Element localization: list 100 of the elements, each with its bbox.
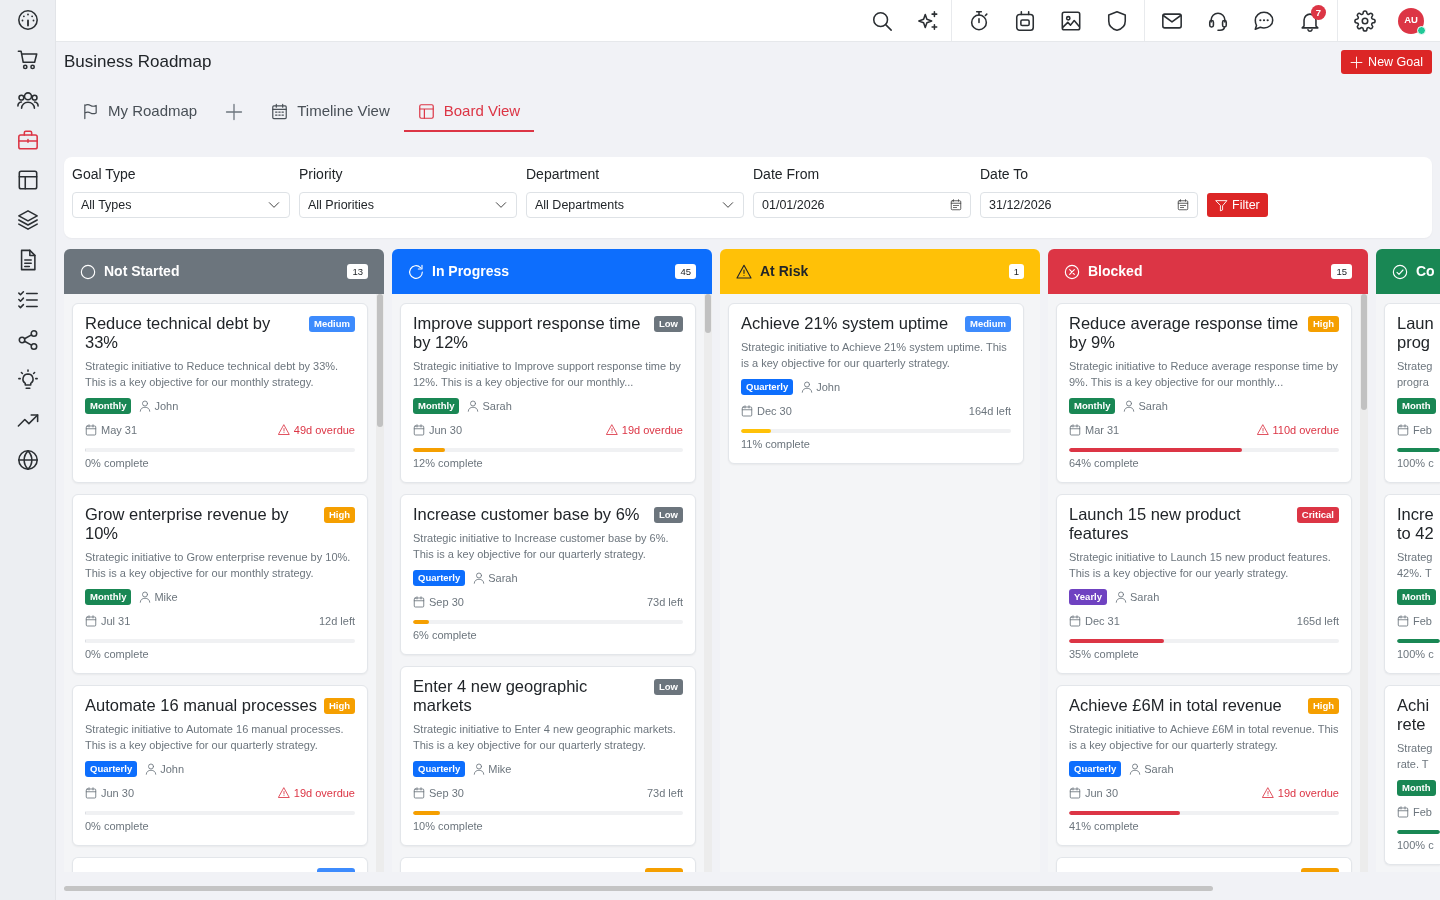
scrollbar-thumb[interactable] xyxy=(377,294,383,428)
count-badge: 13 xyxy=(347,264,368,279)
goal-card[interactable]: Reduce technical debt by 33% Medium Strategic initiative to Reduce technical debt by 33%. This is a key objective for our monthly strategy. Monthly John May 31 49d overdue 0% complete xyxy=(72,303,368,483)
tab[interactable]: My Roadmap xyxy=(68,92,212,132)
due-date: May 31 xyxy=(101,422,138,438)
image-icon[interactable] xyxy=(1060,9,1082,32)
goal-card[interactable]: Improve support response time by 12% Low Strategic initiative to Improve support response time by 12%. This is a key objective for our monthly... Monthly Sarah Jun 30 19d overdue 12% complete xyxy=(400,303,696,483)
scrollbar-thumb[interactable] xyxy=(705,294,711,333)
goal-title: Increase customer base by 6% xyxy=(413,505,641,524)
date-field[interactable]: 31/12/2026 xyxy=(980,192,1198,218)
period-badge: Quarterly xyxy=(413,570,466,586)
checklist-icon[interactable] xyxy=(16,289,39,311)
goal-card[interactable]: Achieve 21% system uptime Medium Strategic initiative to Achieve 21% system uptime. This is a key objective for our quarterly strategy. Quarterly John Dec 30 164d left 11% complete xyxy=(728,303,1024,464)
globe-icon[interactable] xyxy=(16,449,39,471)
calendar-icon xyxy=(1069,424,1081,436)
priority-badge: High xyxy=(323,698,355,714)
owner-name: Mike xyxy=(154,589,178,605)
share-icon[interactable] xyxy=(16,329,39,351)
settings-icon[interactable] xyxy=(1354,9,1376,32)
period-badge: Yearly xyxy=(1069,589,1107,605)
chat-bubble-icon[interactable] xyxy=(1253,9,1275,32)
goal-card[interactable] xyxy=(72,857,368,872)
owner-name: John xyxy=(816,379,841,395)
progress-label: 100% c xyxy=(1397,647,1435,661)
goal-card[interactable]: Grow enterprise revenue by 10% High Strategic initiative to Grow enterprise revenue by 10%. This is a key objective for our monthly strategy. Monthly Mike Jul 31 12d left 0% complete xyxy=(72,494,368,674)
period-badge: Month xyxy=(1397,780,1436,796)
goal-title: Laun prog xyxy=(1397,314,1435,352)
person-icon xyxy=(145,763,158,775)
goal-card[interactable]: Achieve £6M in total revenue High Strategic initiative to Achieve £6M in total revenue. This is a key objective for our quarterly strategy. Quarterly Sarah Jun 30 19d overdue 41% complete xyxy=(1056,685,1352,846)
calendar-icon[interactable] xyxy=(1014,9,1036,32)
person-icon xyxy=(139,591,152,603)
goal-card[interactable]: Reduce average response time by 9% High Strategic initiative to Reduce average response time by 9%. This is a key objective for our monthly... Monthly Sarah Mar 31 110d overdue 64% complete xyxy=(1056,303,1352,483)
owner-name: John xyxy=(154,398,179,414)
user-avatar[interactable]: AU xyxy=(1398,7,1424,34)
due-date: Sep 30 xyxy=(429,594,464,610)
tab[interactable]: Board View xyxy=(403,92,535,132)
sparkles-icon[interactable] xyxy=(917,9,939,32)
check-circle-icon xyxy=(1392,263,1408,280)
period-badge: Monthly xyxy=(1069,398,1116,414)
priority-badge: High xyxy=(1307,316,1339,332)
goal-title: Grow enterprise revenue by 10% xyxy=(85,505,290,543)
stopwatch-icon[interactable] xyxy=(968,9,990,32)
filter-label: Goal Type xyxy=(72,165,137,183)
select-field[interactable]: All Departments xyxy=(526,192,744,218)
page-title: Business Roadmap xyxy=(64,51,212,73)
scrollbar-thumb[interactable] xyxy=(1361,294,1367,410)
goal-card[interactable]: Enter 4 new geographic markets Low Strategic initiative to Enter 4 new geographic markets. This is a key objective for our quarterly strategy. Quarterly Mike Sep 30 73d left 10% complete xyxy=(400,666,696,846)
goal-card[interactable]: Automate 16 manual processes High Strategic initiative to Automate 16 manual processes. This is a key objective for our quarterly strategy. Quarterly John Jun 30 19d overdue 0% complete xyxy=(72,685,368,846)
plus-icon[interactable] xyxy=(225,103,244,121)
users-icon[interactable] xyxy=(16,89,39,111)
person-icon xyxy=(1123,400,1136,412)
filter-button[interactable]: Filter xyxy=(1207,193,1268,217)
calendar-icon xyxy=(1397,615,1409,627)
new-goal-button[interactable]: New Goal xyxy=(1341,50,1432,74)
due-status: 164d left xyxy=(968,403,1011,419)
calendar-icon xyxy=(1177,199,1189,211)
layout-icon[interactable] xyxy=(16,169,39,191)
warning-icon xyxy=(1256,424,1269,436)
progress-label: 11% complete xyxy=(741,437,811,451)
due-status: 19d overdue xyxy=(1277,785,1339,801)
calendar-icon xyxy=(950,199,962,211)
horizontal-scrollbar[interactable] xyxy=(64,886,1214,891)
owner-name: John xyxy=(160,761,185,777)
goal-card[interactable]: Laun prog Strateg progra Month Feb 100% c xyxy=(1384,303,1440,483)
date-field[interactable]: 01/01/2026 xyxy=(753,192,971,218)
goal-title: Achieve 21% system uptime xyxy=(741,314,950,333)
goal-description: Strateg rate. T xyxy=(1397,741,1434,772)
goal-card[interactable]: Increase customer base by 6% Low Strategic initiative to Increase customer base by 6%. This is a key objective for our quarterly strategy. Quarterly Sarah Sep 30 73d left 6% complete xyxy=(400,494,696,655)
goal-title: Enter 4 new geographic markets xyxy=(413,677,589,715)
progress-label: 100% c xyxy=(1397,838,1435,852)
layers-icon[interactable] xyxy=(16,209,39,231)
calendar-icon xyxy=(271,102,289,120)
goal-card[interactable]: Achi rete Strateg rate. T Month Feb 100% c xyxy=(1384,685,1440,865)
gauge-icon[interactable] xyxy=(16,9,39,31)
goal-card[interactable]: Launch 15 new product features Critical Strategic initiative to Launch 15 new product features. This is a key objective for our yearly strategy. Yearly Sarah Dec 31 165d left 35% complete xyxy=(1056,494,1352,674)
owner-name: Sarah xyxy=(482,398,512,414)
progress-label: 12% complete xyxy=(413,456,484,470)
due-date: Mar 31 xyxy=(1085,422,1120,438)
layout-icon xyxy=(417,102,435,120)
count-badge: 1 xyxy=(1008,264,1024,279)
tab[interactable]: Timeline View xyxy=(257,92,404,132)
progress-label: 64% complete xyxy=(1069,456,1140,470)
lightbulb-icon[interactable] xyxy=(16,369,39,391)
flag-icon xyxy=(82,102,99,120)
briefcase-icon[interactable] xyxy=(16,129,39,151)
select-field[interactable]: All Priorities xyxy=(299,192,517,218)
goal-card[interactable]: Incre to 42 Strateg 42%. T Month Feb 100% c xyxy=(1384,494,1440,674)
select-field[interactable]: All Types xyxy=(72,192,290,218)
period-badge: Quarterly xyxy=(85,761,138,777)
column-title: Blocked xyxy=(1088,262,1143,281)
goal-description: Strategic initiative to Reduce average response time by 9%. This is a key objective for our monthly... xyxy=(1069,359,1339,390)
shield-icon[interactable] xyxy=(1106,9,1128,32)
cart-icon[interactable] xyxy=(16,49,39,71)
warning-icon xyxy=(736,263,752,280)
goal-description: Strategic initiative to Achieve £6M in total revenue. This is a key objective for our quarterly strategy. xyxy=(1069,722,1339,753)
warning-icon xyxy=(277,424,290,436)
filter-label: Date From xyxy=(753,165,821,183)
count-badge: 45 xyxy=(675,264,696,279)
calendar-icon xyxy=(1069,787,1081,799)
search-icon[interactable] xyxy=(871,9,893,32)
